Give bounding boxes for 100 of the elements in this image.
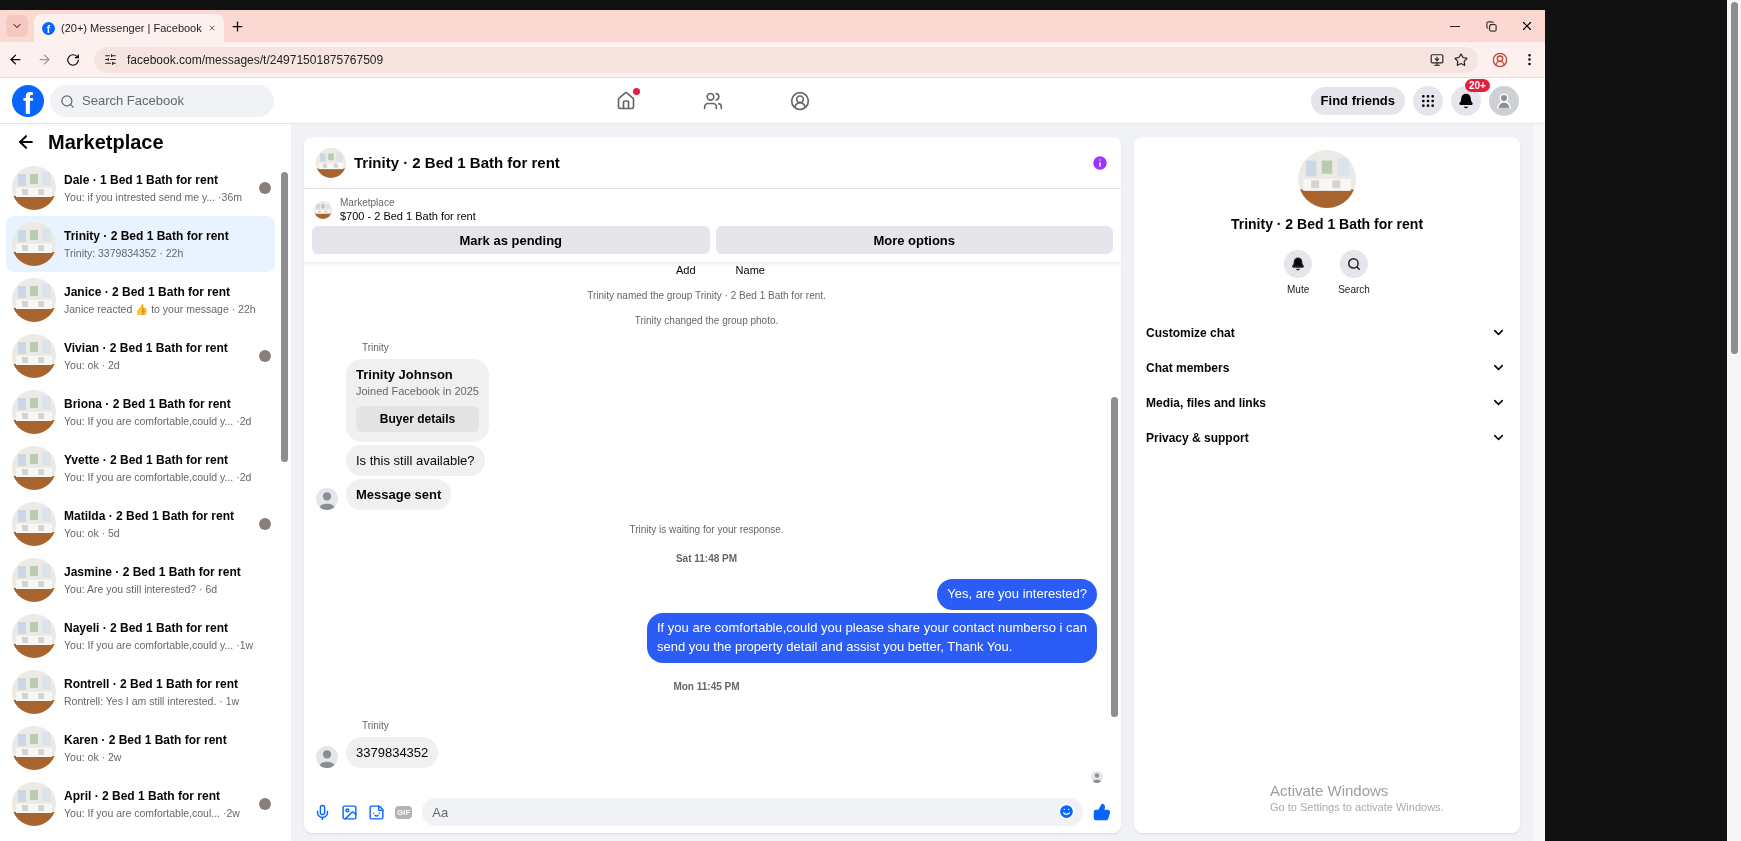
conversation-title: Trinity · 2 Bed 1 Bath for rent [64, 227, 229, 244]
profile-button[interactable] [1492, 51, 1508, 68]
message-preview: You: Are you still interested? · 6d [64, 581, 218, 597]
browser-tab[interactable]: f (20+) Messenger | Facebook [34, 14, 224, 42]
favicon: f [42, 21, 55, 35]
logo[interactable]: f [12, 84, 44, 117]
section-header[interactable]: Chat members [1146, 350, 1508, 385]
conversation-title: Rontrell · 2 Bed 1 Bath for rent [64, 675, 239, 692]
address-bar[interactable]: facebook.com/messages/t/24971501875767509 [94, 46, 1478, 73]
avatar-icon [316, 745, 338, 768]
forward-button[interactable] [37, 52, 52, 67]
system-message: Trinity named the group Trinity · 2 Bed 1 Bath for rent. [587, 290, 826, 301]
listing-label: Marketplace [340, 197, 396, 208]
timestamp: Mon 11:45 PM [673, 680, 740, 692]
reload-icon [66, 52, 80, 67]
site-settings-icon[interactable] [104, 53, 117, 66]
scrollbar-thumb[interactable] [1731, 2, 1738, 354]
conversation-title: Yvette · 2 Bed 1 Bath for rent [64, 451, 229, 468]
close-icon[interactable] [207, 22, 216, 34]
conversation-item[interactable]: Vivian · 2 Bed 1 Bath for rent You: ok · 2d [6, 328, 275, 384]
system-message: Trinity changed the group photo. [634, 315, 779, 326]
timestamp: Sat 11:48 PM [675, 553, 738, 564]
bell-icon [1291, 257, 1306, 271]
install-icon[interactable] [1430, 52, 1444, 67]
home-icon [616, 91, 636, 111]
conversation-item[interactable]: Nayeli · 2 Bed 1 Bath for rent You: If you are comfortable,could y... ·1w [6, 608, 275, 664]
groups-icon [790, 91, 810, 111]
info-icon[interactable] [1091, 153, 1109, 172]
conversation-item[interactable]: Janice · 2 Bed 1 Bath for rent Janice reacted 👍 to your message · 22h [6, 272, 275, 328]
conversation-item[interactable]: Matilda · 2 Bed 1 Bath for rent You: ok · 5d [6, 496, 275, 552]
message-bubble: Message sent [346, 479, 452, 510]
profile-icon [1492, 51, 1508, 68]
avatar-icon [1091, 771, 1103, 783]
action-button[interactable]: More options [715, 226, 1113, 254]
message-bubble: If you are comfortable,could you please share your contact numberso i can send you the property detail and assist you better, Thank You. [647, 612, 1097, 663]
search-icon [60, 93, 75, 109]
plus-icon [230, 18, 245, 34]
bell-icon [1458, 92, 1474, 109]
conversation-item[interactable]: Yvette · 2 Bed 1 Bath for rent You: If you are comfortable,could y... ·2d [6, 440, 275, 496]
action-button[interactable]: Mark as pending [312, 226, 710, 254]
message-preview: You: If you are comfortable,could y... ·2d [64, 469, 252, 485]
message-preview: You: If you are comfortable,could y... ·2d [64, 413, 252, 429]
restore-icon [1485, 20, 1497, 32]
grid-icon [1420, 92, 1436, 109]
back-icon [8, 52, 23, 67]
back-icon[interactable] [16, 132, 36, 152]
buyer-details-button[interactable]: Buyer details [356, 406, 479, 432]
image-icon[interactable] [341, 803, 358, 821]
account-button[interactable] [1489, 85, 1519, 116]
notification-badge: 20+ [1465, 78, 1490, 92]
avatar-icon [1495, 91, 1513, 110]
message-bubble: Yes, are you interested? [937, 579, 1097, 610]
back-button[interactable] [8, 52, 23, 67]
conversation-title: Matilda · 2 Bed 1 Bath for rent [64, 507, 235, 524]
activation-title: Activate Windows [1270, 782, 1390, 799]
message-preview: You: If you are comfortable,could y... ·1w [64, 637, 254, 653]
reload-button[interactable] [66, 52, 80, 67]
message-preview: Rontrell: Yes I am still interested. · 1w [64, 693, 240, 709]
conversation-item[interactable]: Trinity · 2 Bed 1 Bath for rent Trinity: 3379834352 · 22h [6, 216, 275, 272]
conversation-name: Trinity · 2 Bed 1 Bath for rent [1230, 216, 1424, 232]
close-icon [1520, 19, 1534, 33]
search-field[interactable]: Search Facebook [50, 84, 274, 117]
section-header[interactable]: Privacy & support [1146, 420, 1508, 455]
sticker-icon[interactable] [368, 803, 385, 821]
friends-icon [703, 91, 723, 111]
message-preview: Janice reacted 👍 to your message · 22h [64, 301, 256, 317]
conversation-item[interactable]: Dale · 1 Bed 1 Bath for rent You: if you intrested send me y... ·36m [6, 160, 275, 216]
buyer-name: Trinity Johnson [356, 367, 454, 382]
sender-name: Trinity [361, 719, 390, 731]
message-bubble: 3379834352 [346, 736, 439, 768]
message-preview: Trinity: 3379834352 · 22h [64, 245, 184, 261]
scrollbar-thumb[interactable] [1111, 397, 1118, 717]
message-preview: You: If you are comfortable,coul... ·2w [64, 805, 240, 821]
microphone-icon[interactable] [314, 803, 331, 821]
bookmark-icon[interactable] [1454, 52, 1468, 67]
menu-button[interactable] [1413, 85, 1443, 116]
conversation-item[interactable]: Briona · 2 Bed 1 Bath for rent You: If you are comfortable,could y... ·2d [6, 384, 275, 440]
message-preview: You: ok · 2d [64, 357, 120, 373]
conversation-item[interactable]: Karen · 2 Bed 1 Bath for rent You: ok · 2w [6, 720, 275, 776]
message-preview: You: if you intrested send me y... ·36m [64, 189, 242, 205]
conversation-title: Dale · 1 Bed 1 Bath for rent [64, 171, 219, 188]
section-header[interactable]: Customize chat [1146, 315, 1508, 350]
sidebar-title: Marketplace [48, 130, 164, 154]
thumbs-up-icon[interactable] [1093, 803, 1111, 821]
conversation-item[interactable]: Rontrell · 2 Bed 1 Bath for rent Rontrell: Yes I am still interested. · 1w [6, 664, 275, 720]
activation-hint: Go to Settings to activate Windows. [1270, 801, 1444, 813]
search-icon [1347, 257, 1361, 271]
message-field[interactable]: Aa [422, 798, 1083, 826]
conversation-title: Nayeli · 2 Bed 1 Bath for rent [64, 619, 229, 636]
conversation-item[interactable]: Jasmine · 2 Bed 1 Bath for rent You: Are you still interested? · 6d [6, 552, 275, 608]
system-message: Trinity is waiting for your response. [629, 524, 784, 535]
find-friends-button[interactable]: Find friends [1310, 86, 1405, 115]
new-tab-button[interactable] [230, 18, 245, 34]
conversation-item[interactable]: April · 2 Bed 1 Bath for rent You: If you are comfortable,coul... ·2w [6, 776, 275, 832]
conversation-title: Jasmine · 2 Bed 1 Bath for rent [64, 563, 241, 580]
scrollbar-thumb[interactable] [281, 172, 288, 462]
forward-icon [37, 52, 52, 67]
tab-menu-button[interactable] [6, 15, 28, 37]
section-header[interactable]: Media, files and links [1146, 385, 1508, 420]
scrollbar-track[interactable] [1534, 124, 1545, 841]
